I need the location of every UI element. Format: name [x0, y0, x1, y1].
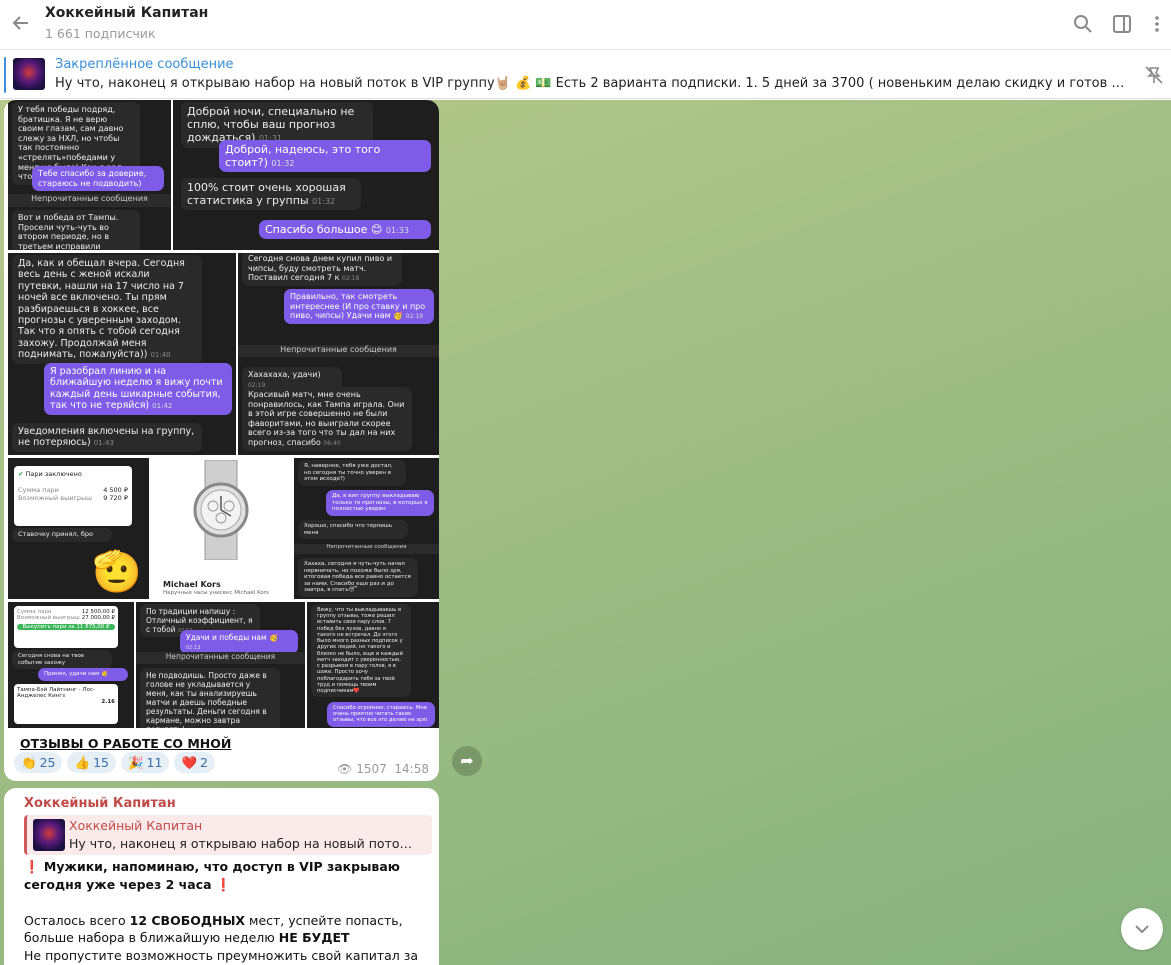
eye-icon: 👁 — [337, 762, 353, 776]
reply-text: Ну что, наконец я открываю набор на новы… — [69, 836, 419, 851]
chat-bubble-text: Спасибо большое 😊 01:33 — [259, 220, 431, 240]
bet-status: ✔ Пари заключено — [18, 470, 82, 478]
message-time: 14:58 — [394, 762, 429, 776]
review-screenshot[interactable]: Сумма пари 12 500,00 ₽ Возможный выигрыш 2… — [8, 602, 134, 728]
chevron-down-icon[interactable] — [1121, 908, 1163, 950]
review-screenshot[interactable]: Я, наверное, тебя уже достал, но сегодня… — [294, 458, 439, 599]
chat-bubble-text: Принял, удачи нам 🥳 — [38, 668, 128, 681]
reaction-clap[interactable]: 👏 25 — [14, 752, 63, 773]
review-screenshot[interactable]: Доброй ночи, специально не сплю, чтобы в… — [173, 100, 439, 250]
cashout-button: Выкупить пари за 11 875,00 ₽ — [17, 624, 115, 630]
chat-bubble-text: Ставочку принял, бро — [12, 528, 112, 542]
message-text: ❗ Мужики, напоминаю, что доступ в VIP за… — [24, 858, 429, 965]
reply-author: Хоккейный Капитан — [69, 818, 203, 833]
chat-area: У тебя победы подряд, братишка. Я не вер… — [0, 100, 1171, 965]
unpin-icon[interactable] — [1142, 63, 1166, 87]
chat-bubble-text: Не подводишь. Просто даже в голове не ук… — [140, 668, 280, 728]
reaction-party[interactable]: 🎉 11 — [120, 752, 170, 773]
review-screenshot[interactable]: Вижу, что ты выкладываешь в группу отзыв… — [307, 602, 439, 728]
view-count: 1507 — [356, 762, 387, 776]
chat-bubble-text: Вижу, что ты выкладываешь в группу отзыв… — [311, 604, 411, 698]
chat-bubble-text: Вот и победа от Тампы. Просели чуть-чуть… — [12, 210, 140, 250]
chat-bubble-text: Правильно, так смотреть интереснее (И пр… — [284, 289, 434, 324]
more-icon[interactable] — [1145, 12, 1169, 36]
chat-bubble-text: Тебе спасибо за доверие, стараюсь не под… — [32, 166, 164, 192]
unread-divider: Непрочитанные сообщения — [8, 194, 171, 207]
reaction-thumbs-up[interactable]: 👍 15 — [67, 752, 116, 773]
search-icon[interactable] — [1071, 12, 1095, 36]
pinned-thumbnail — [13, 58, 45, 90]
wristwatch-image — [193, 460, 249, 560]
product-brand: Michael Kors — [163, 580, 221, 589]
post-caption: ОТЗЫВЫ О РАБОТЕ СО МНОЙ — [20, 736, 232, 751]
bet-receipt: Сумма пари 12 500,00 ₽ Возможный выигрыш 2… — [14, 606, 118, 648]
message-line: Осталось всего 12 СВОБОДНЫХ мест, успейт… — [24, 912, 403, 946]
unread-divider: Непрочитанные сообщения — [136, 652, 305, 664]
pinned-indicator — [4, 57, 6, 93]
review-screenshot[interactable]: Michael Kors Наручные часы унисекс Micha… — [151, 458, 292, 599]
chat-header: Хоккейный Капитан 1 661 подписчик — [0, 0, 1171, 50]
subscriber-count: 1 661 подписчик — [45, 26, 156, 41]
pinned-label: Закреплённое сообщение — [55, 57, 234, 72]
bet-coupon: Тампа-Бэй Лайтнинг - Лос-Анджелес Кингз … — [14, 684, 118, 724]
chat-bubble-text: Удачи и победы нам 🥳 02:13 — [180, 630, 298, 654]
chat-bubble-text: Я, наверное, тебя уже достал, но сегодня… — [298, 460, 406, 486]
unread-divider: Непрочитанные сообщения — [238, 345, 439, 357]
chat-bubble-text: Красивый матч, мне очень понравилось, ка… — [242, 387, 412, 451]
review-screenshot[interactable]: По традиции напишу : Отличный коэффициен… — [136, 602, 305, 728]
chat-bubble-text: Да, как и обещал вчера. Сегодня весь ден… — [12, 255, 202, 364]
chat-bubble-text: Доброй, надеюсь, это того стоит?) 01:32 — [219, 140, 431, 173]
share-icon[interactable]: ➦ — [452, 746, 482, 776]
chat-bubble-text: Хахаха, сегодня я чуть-чуть начал нервни… — [298, 558, 418, 597]
chat-bubble-text: Уведомления включены на группу, не потер… — [12, 423, 202, 452]
reply-quote[interactable]: Хоккейный Капитан Ну что, наконец я откр… — [24, 815, 432, 855]
message-line: ❗ Мужики, напоминаю, что доступ в VIP за… — [24, 859, 400, 892]
chat-bubble-text: Сегодня снова днем купил пиво и чипсы, б… — [242, 253, 402, 286]
review-screenshot[interactable]: ✔ Пари заключено Сумма пари 4 500 ₽ Возмо… — [8, 458, 149, 599]
message-meta: 👁 1507 14:58 — [337, 762, 429, 776]
photo-album[interactable]: У тебя победы подряд, братишка. Я не вер… — [4, 100, 439, 730]
back-arrow-icon[interactable] — [10, 12, 32, 34]
unread-divider: Непрочитанные сообщения — [294, 544, 439, 554]
reply-thumbnail — [33, 819, 65, 851]
review-screenshot[interactable]: У тебя победы подряд, братишка. Я не вер… — [8, 100, 171, 250]
review-screenshot[interactable]: Да, как и обещал вчера. Сегодня весь ден… — [8, 253, 236, 455]
message-bubble[interactable]: У тебя победы подряд, братишка. Я не вер… — [4, 100, 439, 781]
chat-bubble-text: Да, в вип группу выкладываю только те пр… — [326, 490, 434, 516]
bet-receipt: ✔ Пари заключено Сумма пари 4 500 ₽ Возмо… — [14, 466, 132, 526]
chat-bubble-text: Хорошо, спасибо что терпишь меня — [298, 520, 408, 540]
channel-title[interactable]: Хоккейный Капитан — [45, 5, 208, 21]
chat-bubble-text: Я разобрал линию и на ближайшую неделю я… — [44, 363, 232, 415]
chat-bubble-text: Сегодня снова на твое событие захожу — [12, 650, 112, 670]
pinned-message-bar[interactable]: Закреплённое сообщение Ну что, наконец я… — [0, 51, 1171, 99]
message-line: Не пропустите возможность преумножить св… — [24, 948, 419, 963]
message-bubble[interactable]: Хоккейный Капитан Хоккейный Капитан Ну ч… — [4, 788, 439, 965]
reaction-heart[interactable]: ❤️ 2 — [174, 752, 215, 773]
chat-bubble-text: 100% стоит очень хорошая статистика у гр… — [181, 178, 361, 211]
reactions-bar: 👏 25 👍 15 🎉 11 ❤️ 2 — [14, 752, 215, 773]
author-name[interactable]: Хоккейный Капитан — [24, 796, 176, 811]
pinned-text: Ну что, наконец я открываю набор на новы… — [55, 76, 1130, 91]
product-title: Наручные часы унисекс Michael Kors — [163, 590, 269, 596]
chat-bubble-text: Спасибо огромное, стараюсь. Мне очень пр… — [327, 702, 435, 727]
review-screenshot[interactable]: Сегодня снова днем купил пиво и чипсы, б… — [238, 253, 439, 455]
sidebar-icon[interactable] — [1110, 12, 1134, 36]
salute-emoji: 🫡 — [92, 549, 142, 595]
